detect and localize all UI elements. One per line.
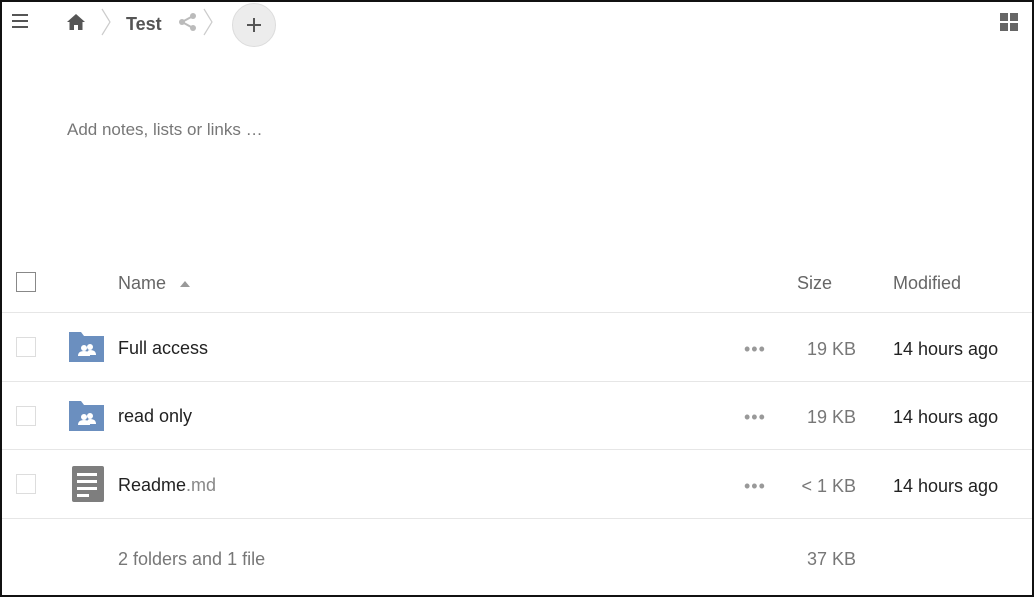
- column-header-modified[interactable]: Modified: [893, 273, 961, 294]
- file-extension: .md: [186, 475, 217, 495]
- column-header-name-label: Name: [118, 273, 167, 293]
- column-header-size[interactable]: Size: [797, 273, 832, 294]
- more-actions-icon[interactable]: •••: [744, 339, 766, 360]
- more-actions-icon[interactable]: •••: [744, 407, 766, 428]
- file-size: 19 KB: [806, 339, 856, 359]
- grid-view-icon[interactable]: [1000, 13, 1018, 31]
- select-all-checkbox[interactable]: [16, 272, 36, 292]
- table-row[interactable]: Full access ••• 19 KB 14 hours ago: [2, 313, 1032, 381]
- column-header-name[interactable]: Name: [118, 273, 191, 294]
- file-modified: 14 hours ago: [893, 407, 999, 427]
- file-name[interactable]: Readme.md: [118, 475, 216, 496]
- table-row[interactable]: Readme.md ••• < 1 KB 14 hours ago: [2, 450, 1032, 518]
- row-divider: [2, 518, 1032, 519]
- more-actions-icon[interactable]: •••: [744, 476, 766, 497]
- shared-folder-icon: [69, 401, 104, 431]
- file-size: < 1 KB: [801, 476, 856, 496]
- text-file-icon: [72, 466, 104, 502]
- file-basename: Readme: [118, 475, 187, 495]
- table-row[interactable]: read only ••• 19 KB 14 hours ago: [2, 382, 1032, 450]
- breadcrumb-separator: [203, 8, 213, 36]
- breadcrumb-separator: [101, 8, 111, 36]
- row-checkbox[interactable]: [16, 474, 36, 494]
- new-button[interactable]: [232, 3, 276, 47]
- plus-icon: [247, 18, 261, 32]
- file-name[interactable]: read only: [118, 406, 192, 427]
- row-checkbox[interactable]: [16, 337, 36, 357]
- file-name[interactable]: Full access: [118, 338, 208, 359]
- home-icon[interactable]: [66, 12, 86, 32]
- shared-folder-icon: [69, 332, 104, 362]
- sort-ascending-icon: [180, 281, 191, 288]
- menu-icon[interactable]: [12, 14, 28, 30]
- summary-size: 37 KB: [806, 549, 856, 569]
- breadcrumb-current[interactable]: Test: [126, 14, 162, 35]
- summary-count: 2 folders and 1 file: [118, 549, 266, 569]
- notes-input[interactable]: Add notes, lists or links …: [67, 120, 263, 140]
- row-checkbox[interactable]: [16, 406, 36, 426]
- file-size: 19 KB: [806, 407, 856, 427]
- file-modified: 14 hours ago: [893, 339, 999, 359]
- file-modified: 14 hours ago: [893, 476, 999, 496]
- files-app-window: Test Add notes, lists or links … Name Si…: [0, 0, 1034, 597]
- share-icon[interactable]: [178, 12, 198, 32]
